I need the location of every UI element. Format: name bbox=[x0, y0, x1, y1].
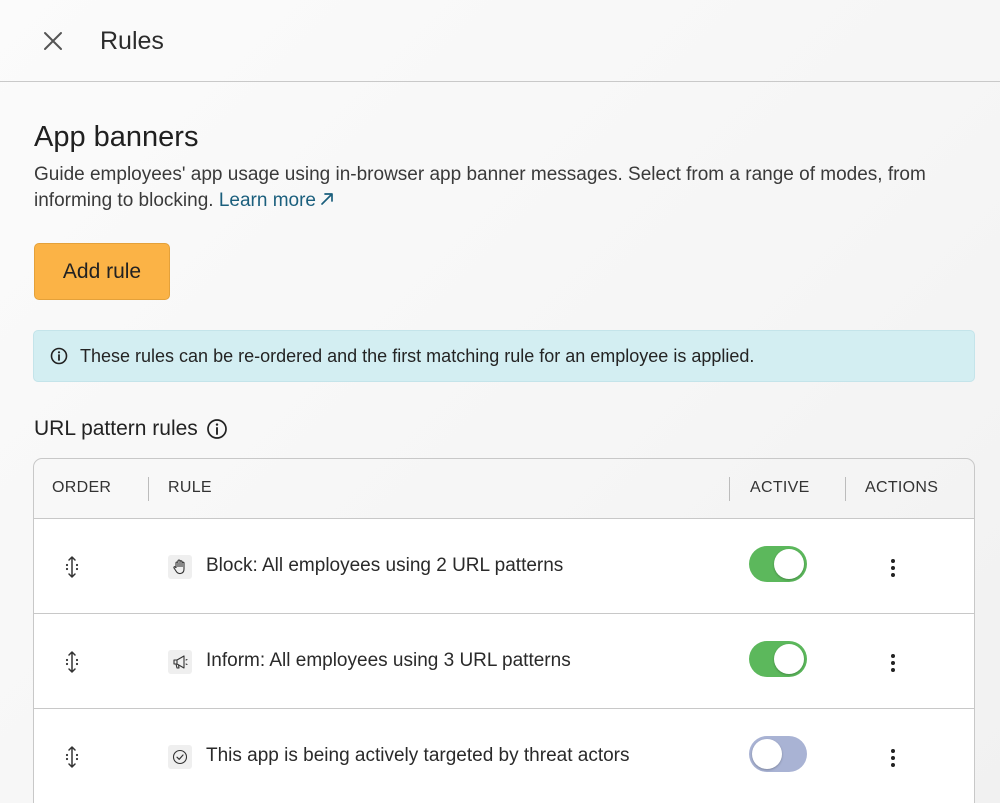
active-toggle[interactable] bbox=[749, 736, 807, 772]
rule-name[interactable]: Block: All employees using 2 URL pattern… bbox=[206, 554, 563, 578]
section-title: App banners bbox=[34, 121, 199, 153]
column-divider bbox=[148, 477, 149, 501]
active-toggle[interactable] bbox=[749, 546, 807, 582]
url-rules-table: ORDER RULE ACTIVE ACTIONS Block: All emp… bbox=[33, 458, 975, 803]
hand-block-icon bbox=[168, 555, 192, 579]
dialog-header: Rules bbox=[0, 0, 1000, 82]
kebab-menu-icon[interactable] bbox=[890, 748, 896, 768]
toggle-knob bbox=[774, 644, 804, 674]
check-circle-icon bbox=[168, 745, 192, 769]
column-header-actions: ACTIONS bbox=[865, 479, 939, 496]
active-toggle[interactable] bbox=[749, 641, 807, 677]
column-header-order: ORDER bbox=[52, 479, 112, 496]
table-header: ORDER RULE ACTIVE ACTIONS bbox=[34, 459, 974, 519]
info-tooltip-icon[interactable] bbox=[206, 418, 228, 440]
close-icon[interactable] bbox=[42, 30, 64, 52]
external-link-icon[interactable] bbox=[318, 190, 336, 208]
info-icon bbox=[50, 347, 68, 365]
rule-name[interactable]: This app is being actively targeted by t… bbox=[206, 744, 630, 768]
info-banner: These rules can be re-ordered and the fi… bbox=[33, 330, 975, 382]
info-banner-text: These rules can be re-ordered and the fi… bbox=[80, 345, 755, 366]
kebab-menu-icon[interactable] bbox=[890, 558, 896, 578]
kebab-menu-icon[interactable] bbox=[890, 653, 896, 673]
description-text: Guide employees' app usage using in-brow… bbox=[34, 164, 926, 211]
url-rules-title: URL pattern rules bbox=[34, 417, 198, 440]
rule-name[interactable]: Inform: All employees using 3 URL patter… bbox=[206, 649, 571, 673]
drag-handle-icon[interactable] bbox=[62, 555, 82, 579]
more-actions-button[interactable] bbox=[880, 555, 906, 581]
table-row: Block: All employees using 2 URL pattern… bbox=[34, 519, 974, 614]
table-row: This app is being actively targeted by t… bbox=[34, 709, 974, 803]
more-actions-button[interactable] bbox=[880, 745, 906, 771]
column-divider bbox=[845, 477, 846, 501]
column-header-rule: RULE bbox=[168, 479, 212, 496]
learn-more-label[interactable]: Learn more bbox=[219, 190, 316, 211]
drag-handle-icon[interactable] bbox=[62, 745, 82, 769]
drag-handle-icon[interactable] bbox=[62, 650, 82, 674]
table-row: Inform: All employees using 3 URL patter… bbox=[34, 614, 974, 709]
learn-more-link[interactable]: Learn more bbox=[219, 190, 336, 211]
column-header-active: ACTIVE bbox=[750, 479, 810, 496]
megaphone-icon bbox=[168, 650, 192, 674]
add-rule-button[interactable]: Add rule bbox=[34, 243, 170, 300]
section-description: Guide employees' app usage using in-brow… bbox=[34, 162, 979, 214]
more-actions-button[interactable] bbox=[880, 650, 906, 676]
url-rules-heading: URL pattern rules bbox=[34, 415, 228, 443]
page-title: Rules bbox=[100, 27, 164, 55]
column-divider bbox=[729, 477, 730, 501]
close-button[interactable] bbox=[38, 26, 68, 56]
toggle-knob bbox=[752, 739, 782, 769]
toggle-knob bbox=[774, 549, 804, 579]
